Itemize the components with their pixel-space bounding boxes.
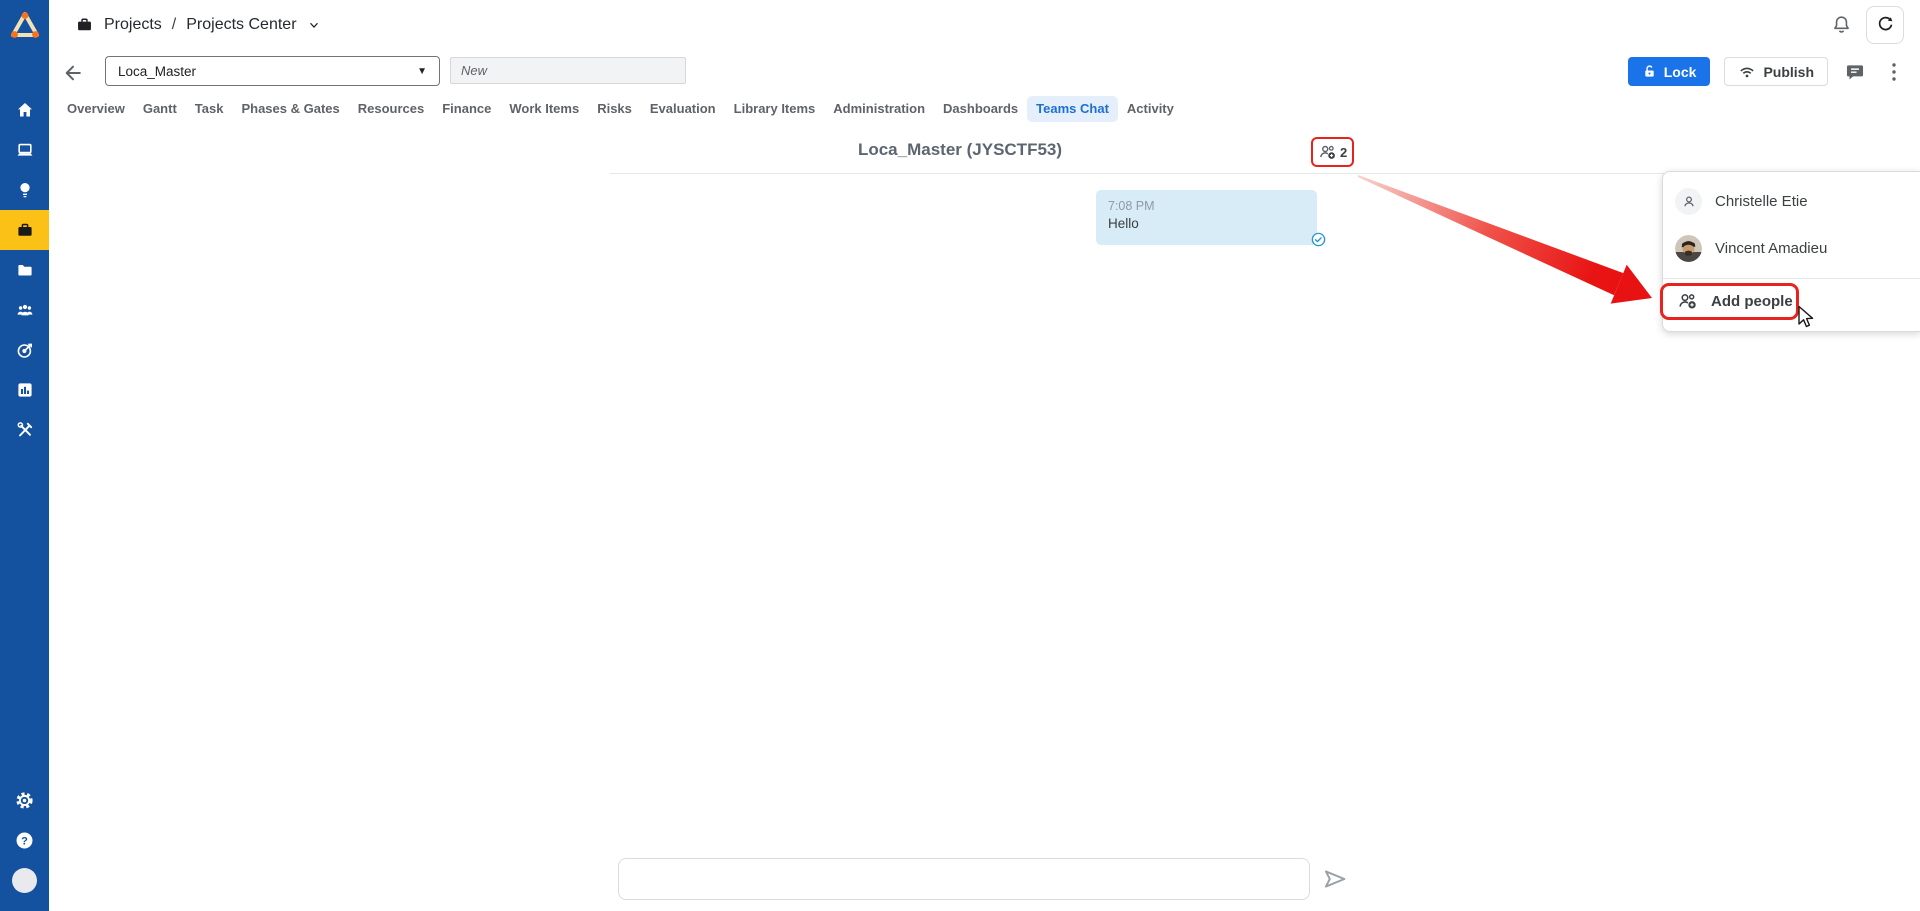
- sidebar: ?: [0, 0, 49, 911]
- member-row-vincent[interactable]: Vincent Amadieu: [1663, 225, 1920, 272]
- kebab-menu-icon: [1884, 61, 1904, 83]
- app-logo[interactable]: [0, 0, 49, 49]
- sidebar-item-goals[interactable]: [0, 330, 49, 370]
- sidebar-user-avatar[interactable]: [0, 860, 49, 900]
- tab-activity[interactable]: Activity: [1118, 96, 1183, 122]
- sidebar-item-ideas[interactable]: [0, 170, 49, 210]
- sidebar-item-projects[interactable]: [0, 210, 49, 250]
- help-icon: ?: [14, 830, 35, 851]
- caret-down-icon: ▼: [417, 66, 427, 77]
- back-button[interactable]: [60, 60, 86, 86]
- chevron-down-icon[interactable]: [307, 18, 321, 32]
- person-icon: [1680, 193, 1698, 211]
- avatar-placeholder: [1675, 188, 1702, 215]
- tab-finance[interactable]: Finance: [433, 96, 500, 122]
- sidebar-item-help[interactable]: ?: [0, 820, 49, 860]
- sidebar-item-tools[interactable]: [0, 410, 49, 450]
- breadcrumb-separator: /: [172, 16, 176, 34]
- sidebar-item-reports[interactable]: [0, 370, 49, 410]
- tab-gantt[interactable]: Gantt: [134, 96, 186, 122]
- tab-teams-chat[interactable]: Teams Chat: [1027, 96, 1118, 122]
- refresh-button[interactable]: [1866, 6, 1904, 44]
- bell-icon: [1831, 14, 1852, 35]
- comments-button[interactable]: [1842, 59, 1868, 85]
- member-name: Christelle Etie: [1715, 193, 1808, 210]
- tab-task[interactable]: Task: [186, 96, 233, 122]
- tab-risks[interactable]: Risks: [588, 96, 641, 122]
- member-row-christelle[interactable]: Christelle Etie: [1663, 178, 1920, 225]
- tab-dashboards[interactable]: Dashboards: [934, 96, 1027, 122]
- briefcase-icon: [75, 15, 94, 34]
- publish-button[interactable]: Publish: [1724, 57, 1828, 86]
- tab-resources[interactable]: Resources: [349, 96, 433, 122]
- member-name: Vincent Amadieu: [1715, 240, 1827, 257]
- add-people-button[interactable]: Add people: [1663, 279, 1920, 323]
- refresh-icon: [1876, 15, 1895, 34]
- top-bar: Projects / Projects Center: [49, 0, 1920, 49]
- folder-icon: [15, 260, 35, 280]
- send-icon: [1322, 866, 1348, 892]
- chat-title: Loca_Master (JYSCTF53): [618, 140, 1302, 160]
- tab-phases-gates[interactable]: Phases & Gates: [232, 96, 348, 122]
- lightbulb-icon: [15, 180, 35, 200]
- member-count: 2: [1340, 145, 1347, 160]
- more-menu-button[interactable]: [1882, 59, 1906, 85]
- sidebar-nav: [0, 90, 49, 450]
- delivered-check-icon: [1310, 231, 1327, 248]
- project-selector[interactable]: Loca_Master ▼: [105, 56, 440, 86]
- project-tabs: Overview Gantt Task Phases & Gates Resou…: [49, 95, 1183, 122]
- gear-icon: [14, 790, 35, 811]
- laptop-icon: [15, 140, 35, 160]
- people-group-icon: [15, 300, 35, 320]
- sidebar-item-settings[interactable]: [0, 780, 49, 820]
- bar-chart-icon: [15, 380, 35, 400]
- tab-work-items[interactable]: Work Items: [500, 96, 588, 122]
- lock-button-label: Lock: [1664, 64, 1697, 80]
- arrow-left-icon: [62, 62, 84, 84]
- portrait-photo: [1675, 235, 1702, 262]
- chat-message-bubble: 7:08 PM Hello: [1096, 190, 1317, 245]
- members-dropdown-panel: Christelle Etie Vincent Amadieu: [1662, 171, 1920, 332]
- breadcrumb-section[interactable]: Projects: [104, 16, 162, 34]
- annotation-arrow: [1340, 165, 1670, 315]
- person-add-icon: [1677, 291, 1698, 312]
- target-icon: [15, 340, 35, 360]
- tab-overview[interactable]: Overview: [58, 96, 134, 122]
- sidebar-item-documents[interactable]: [0, 250, 49, 290]
- add-people-label: Add people: [1711, 293, 1793, 310]
- sidebar-bottom-nav: ?: [0, 780, 49, 900]
- chat-square-icon: [1844, 61, 1866, 83]
- tab-evaluation[interactable]: Evaluation: [641, 96, 725, 122]
- message-text: Hello: [1108, 216, 1305, 231]
- sidebar-item-team[interactable]: [0, 290, 49, 330]
- project-selector-value: Loca_Master: [118, 64, 196, 79]
- unlock-icon: [1642, 64, 1657, 79]
- svg-text:?: ?: [21, 835, 28, 847]
- logo-triangle-icon: [10, 10, 40, 40]
- publish-button-label: Publish: [1763, 64, 1814, 80]
- tools-icon: [15, 420, 35, 440]
- project-toolbar: Loca_Master ▼ Lock Publish: [49, 49, 1920, 97]
- toolbar-actions: Lock Publish: [1628, 57, 1906, 86]
- new-item-input[interactable]: [450, 57, 686, 84]
- tab-administration[interactable]: Administration: [824, 96, 934, 122]
- topbar-actions: [1829, 0, 1904, 49]
- sidebar-item-home[interactable]: [0, 90, 49, 130]
- sidebar-item-workspace[interactable]: [0, 130, 49, 170]
- chat-message-input[interactable]: [618, 858, 1310, 900]
- home-icon: [15, 100, 35, 120]
- briefcase-icon: [15, 220, 35, 240]
- person-add-icon: [1318, 143, 1337, 162]
- notifications-button[interactable]: [1829, 12, 1854, 37]
- avatar-photo: [1675, 235, 1702, 262]
- tab-library-items[interactable]: Library Items: [725, 96, 825, 122]
- lock-button[interactable]: Lock: [1628, 57, 1711, 86]
- avatar: [12, 868, 37, 893]
- wifi-icon: [1738, 63, 1756, 81]
- breadcrumb: Projects / Projects Center: [75, 15, 321, 34]
- breadcrumb-page[interactable]: Projects Center: [186, 16, 296, 34]
- send-message-button[interactable]: [1320, 864, 1350, 894]
- chat-members-button[interactable]: 2: [1311, 137, 1354, 167]
- message-timestamp: 7:08 PM: [1108, 199, 1305, 213]
